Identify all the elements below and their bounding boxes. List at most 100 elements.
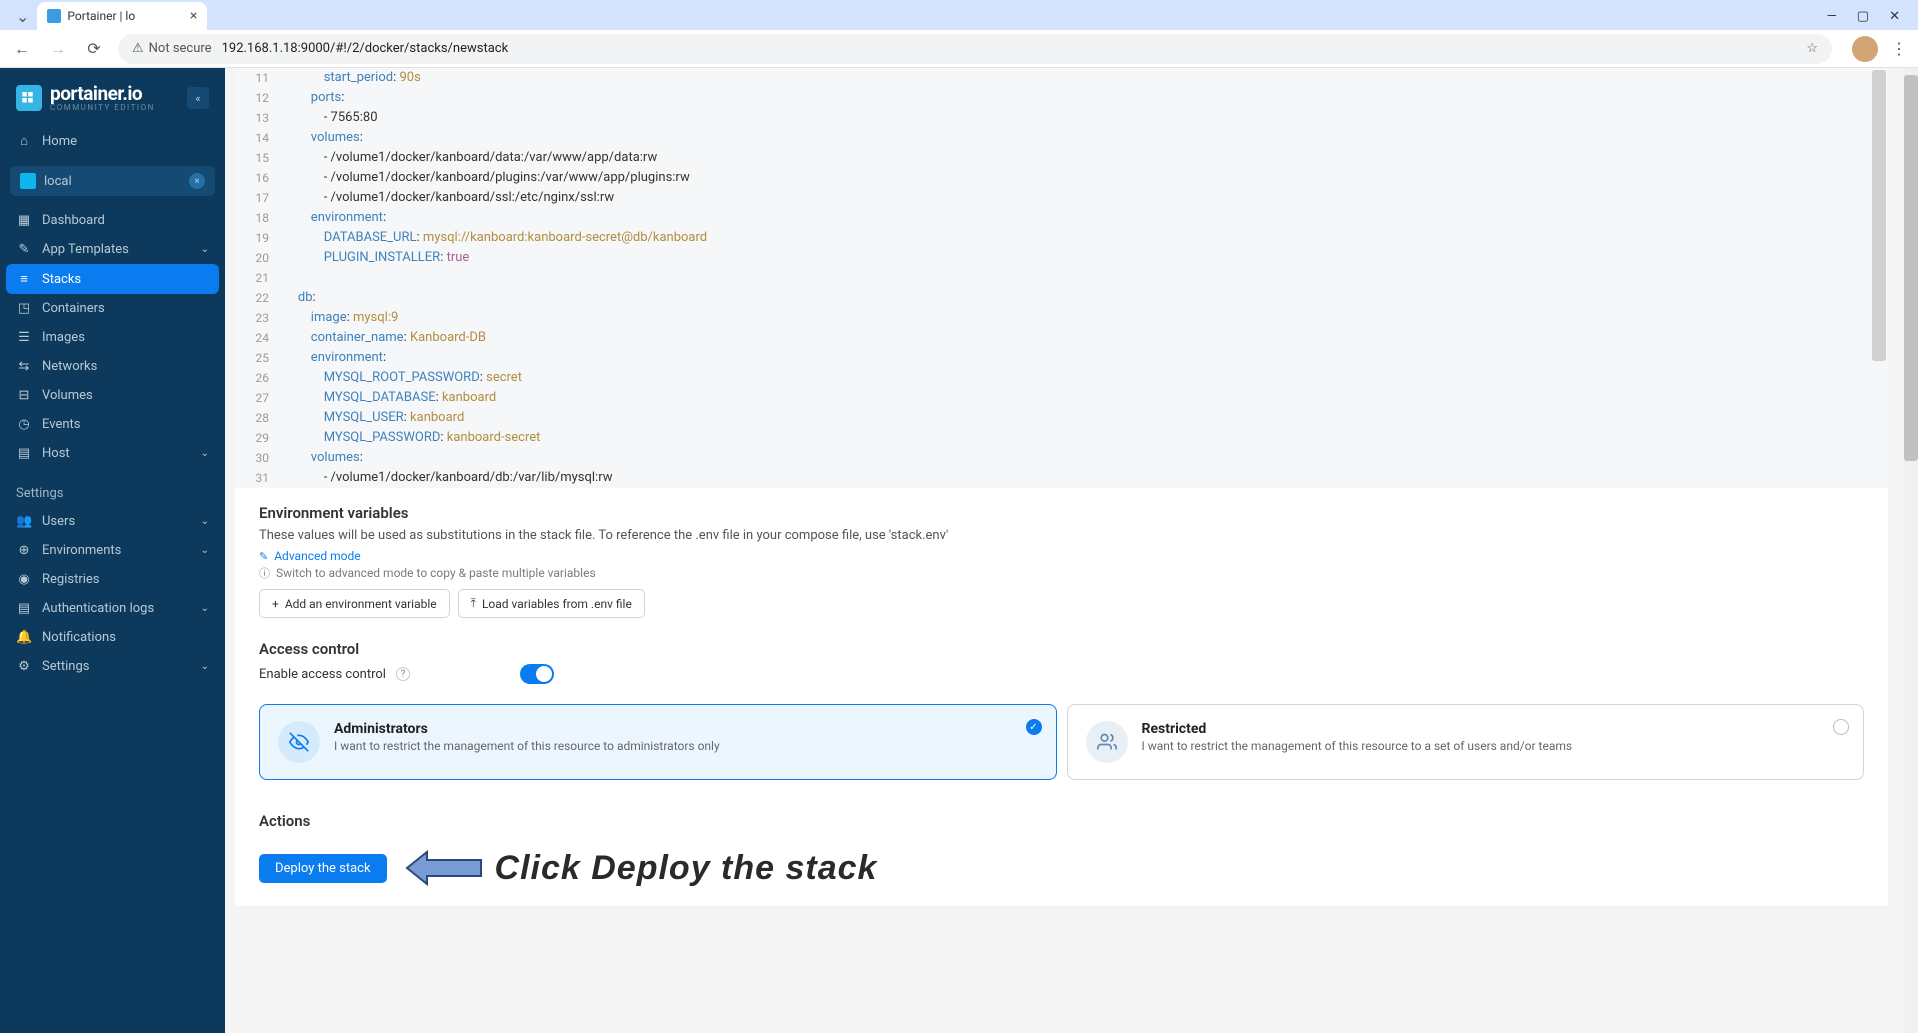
code-line[interactable]: 21	[235, 268, 1888, 288]
sidebar-item-host[interactable]: ▤ Host ⌄	[0, 439, 225, 468]
sidebar-item-events[interactable]: ◷Events	[0, 410, 225, 439]
editor-scrollbar[interactable]	[1872, 70, 1886, 486]
code-line[interactable]: 19 DATABASE_URL: mysql://kanboard:kanboa…	[235, 228, 1888, 248]
code-line[interactable]: 28 MYSQL_USER: kanboard	[235, 408, 1888, 428]
editor-scroll-thumb[interactable]	[1872, 70, 1886, 361]
code-line[interactable]: 24 container_name: Kanboard-DB	[235, 328, 1888, 348]
reload-icon[interactable]: ⟳	[82, 39, 106, 58]
code-line[interactable]: 26 MYSQL_ROOT_PASSWORD: secret	[235, 368, 1888, 388]
access-control-toggle[interactable]	[520, 664, 554, 684]
page-scrollbar[interactable]	[1904, 68, 1918, 1033]
edit-icon: ✎	[16, 242, 32, 257]
line-content: environment:	[285, 208, 1888, 228]
box-icon: ◳	[16, 301, 32, 316]
window-close-icon[interactable]: ✕	[1889, 9, 1900, 24]
sidebar-item-networks[interactable]: ⇆Networks	[0, 352, 225, 381]
window-maximize-icon[interactable]: ▢	[1857, 9, 1869, 24]
admins-card-desc: I want to restrict the management of thi…	[334, 739, 720, 753]
line-content: MYSQL_USER: kanboard	[285, 408, 1888, 428]
back-icon[interactable]: ←	[10, 39, 34, 59]
line-number: 18	[235, 208, 285, 228]
security-badge[interactable]: ⚠ Not secure	[132, 41, 212, 56]
share-icon: ⇆	[16, 359, 32, 374]
forward-icon[interactable]: →	[46, 39, 70, 59]
code-line[interactable]: 31 - /volume1/docker/kanboard/db:/var/li…	[235, 468, 1888, 488]
sidebar-settings-item-users[interactable]: 👥Users⌄	[0, 507, 225, 536]
add-env-var-button[interactable]: + Add an environment variable	[259, 589, 450, 618]
kebab-menu-icon[interactable]: ⋮	[1890, 39, 1908, 58]
chevron-down-icon: ⌄	[201, 448, 209, 459]
sidebar-item-label: Host	[42, 446, 70, 461]
enable-access-label: Enable access control	[259, 667, 386, 682]
environment-pill[interactable]: local ×	[10, 166, 215, 196]
access-control-section: Access control Enable access control ?	[235, 624, 1888, 704]
sidebar-item-containers[interactable]: ◳Containers	[0, 294, 225, 323]
restricted-card-title: Restricted	[1142, 721, 1573, 737]
deploy-stack-label: Deploy the stack	[275, 861, 371, 876]
sidebar-item-home[interactable]: ⌂ Home	[0, 126, 225, 156]
chevron-down-icon: ⌄	[201, 516, 209, 527]
sidebar-item-label: Authentication logs	[42, 601, 154, 616]
load-env-file-button[interactable]: ⤒ Load variables from .env file	[458, 589, 645, 618]
code-line[interactable]: 16 - /volume1/docker/kanboard/plugins:/v…	[235, 168, 1888, 188]
code-line[interactable]: 20 PLUGIN_INSTALLER: true	[235, 248, 1888, 268]
profile-avatar[interactable]	[1852, 36, 1878, 62]
advanced-mode-link[interactable]: ✎ Advanced mode	[259, 549, 1864, 563]
sidebar-item-stacks[interactable]: ≡Stacks	[6, 264, 219, 294]
server-icon: ▤	[16, 446, 32, 461]
sidebar-settings-item-notifications[interactable]: 🔔Notifications	[0, 623, 225, 652]
sidebar-collapse-button[interactable]: «	[187, 87, 209, 109]
line-number: 14	[235, 128, 285, 148]
browser-tab[interactable]: Portainer | lo ×	[37, 2, 207, 30]
deploy-stack-button[interactable]: Deploy the stack	[259, 854, 387, 883]
layers-icon: ≡	[16, 271, 32, 287]
logo-row: portainer.io COMMUNITY EDITION «	[0, 78, 225, 126]
environment-close-icon[interactable]: ×	[189, 173, 205, 189]
code-line[interactable]: 29 MYSQL_PASSWORD: kanboard-secret	[235, 428, 1888, 448]
code-line[interactable]: 13 - 7565:80	[235, 108, 1888, 128]
sidebar-settings-item-environments[interactable]: ⊕Environments⌄	[0, 536, 225, 565]
sidebar-settings-item-authentication-logs[interactable]: ▤Authentication logs⌄	[0, 594, 225, 623]
code-line[interactable]: 12 ports:	[235, 88, 1888, 108]
sidebar-item-label: Settings	[42, 659, 89, 674]
address-field[interactable]: ⚠ Not secure 192.168.1.18:9000/#!/2/dock…	[118, 34, 1832, 64]
env-section-title: Environment variables	[259, 504, 1864, 522]
sidebar-item-label: Dashboard	[42, 213, 105, 228]
line-content: image: mysql:9	[285, 308, 1888, 328]
code-line[interactable]: 23 image: mysql:9	[235, 308, 1888, 328]
code-line[interactable]: 30 volumes:	[235, 448, 1888, 468]
bookmark-icon[interactable]: ☆	[1806, 41, 1818, 56]
window-minimize-icon[interactable]: —	[1827, 9, 1837, 24]
code-line[interactable]: 11 start_period: 90s	[235, 68, 1888, 88]
advanced-mode-hint: ⓘ Switch to advanced mode to copy & past…	[259, 565, 1864, 581]
sidebar-settings-item-registries[interactable]: ◉Registries	[0, 565, 225, 594]
sidebar-settings-item-settings[interactable]: ⚙Settings⌄	[0, 652, 225, 681]
yaml-editor[interactable]: 11 start_period: 90s12 ports:13 - 7565:8…	[235, 68, 1888, 488]
code-line[interactable]: 27 MYSQL_DATABASE: kanboard	[235, 388, 1888, 408]
tabs-dropdown-icon[interactable]: ⌄	[8, 3, 37, 30]
line-content: - /volume1/docker/kanboard/db:/var/lib/m…	[285, 468, 1888, 488]
access-section-title: Access control	[259, 640, 1864, 658]
code-line[interactable]: 15 - /volume1/docker/kanboard/data:/var/…	[235, 148, 1888, 168]
access-card-administrators[interactable]: Administrators I want to restrict the ma…	[259, 704, 1057, 780]
sidebar-item-volumes[interactable]: ⊟Volumes	[0, 381, 225, 410]
line-number: 11	[235, 68, 285, 88]
dashboard-icon: ▦	[16, 213, 32, 228]
help-icon[interactable]: ?	[396, 667, 410, 681]
tab-close-icon[interactable]: ×	[190, 8, 197, 24]
code-line[interactable]: 17 - /volume1/docker/kanboard/ssl:/etc/n…	[235, 188, 1888, 208]
page-scroll-thumb[interactable]	[1904, 75, 1918, 461]
line-number: 26	[235, 368, 285, 388]
eye-off-icon	[278, 721, 320, 763]
line-number: 28	[235, 408, 285, 428]
code-line[interactable]: 22 db:	[235, 288, 1888, 308]
portainer-logo-icon	[16, 85, 42, 111]
sidebar-item-app-templates[interactable]: ✎App Templates⌄	[0, 235, 225, 264]
users-icon	[1086, 721, 1128, 763]
code-line[interactable]: 25 environment:	[235, 348, 1888, 368]
code-line[interactable]: 18 environment:	[235, 208, 1888, 228]
sidebar-item-dashboard[interactable]: ▦ Dashboard	[0, 206, 225, 235]
access-card-restricted[interactable]: Restricted I want to restrict the manage…	[1067, 704, 1865, 780]
sidebar-item-images[interactable]: ☰Images	[0, 323, 225, 352]
code-line[interactable]: 14 volumes:	[235, 128, 1888, 148]
